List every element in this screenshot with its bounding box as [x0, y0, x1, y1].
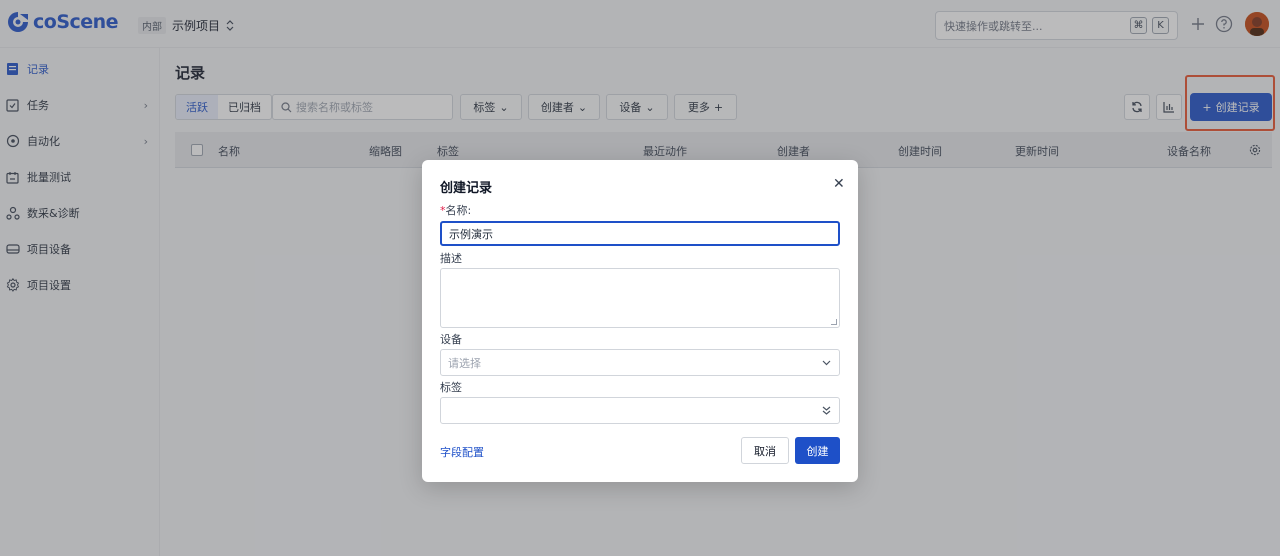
create-button[interactable]: 创建: [795, 437, 840, 464]
resize-handle[interactable]: [831, 319, 837, 325]
close-icon[interactable]: ✕: [833, 176, 845, 192]
create-record-dialog: 创建记录 ✕ *名称: 示例演示 描述 设备 请选择 标签 字段配置 取消 创建: [422, 160, 858, 482]
tags-label: 标签: [440, 381, 462, 394]
description-label: 描述: [440, 252, 462, 265]
field-config-link[interactable]: 字段配置: [440, 444, 484, 460]
name-label-text: 名称:: [445, 204, 472, 217]
device-select-placeholder: 请选择: [448, 356, 481, 370]
double-chevron-down-icon: [822, 406, 831, 415]
dialog-title: 创建记录: [440, 181, 493, 196]
chevron-down-icon: [822, 360, 831, 365]
device-label: 设备: [440, 333, 462, 346]
name-input-value: 示例演示: [449, 227, 493, 241]
name-label: *名称:: [440, 202, 471, 218]
name-input[interactable]: 示例演示: [440, 221, 840, 246]
description-textarea[interactable]: [440, 268, 840, 328]
tags-select[interactable]: [440, 397, 840, 424]
device-select[interactable]: 请选择: [440, 349, 840, 376]
cancel-button[interactable]: 取消: [741, 437, 789, 464]
